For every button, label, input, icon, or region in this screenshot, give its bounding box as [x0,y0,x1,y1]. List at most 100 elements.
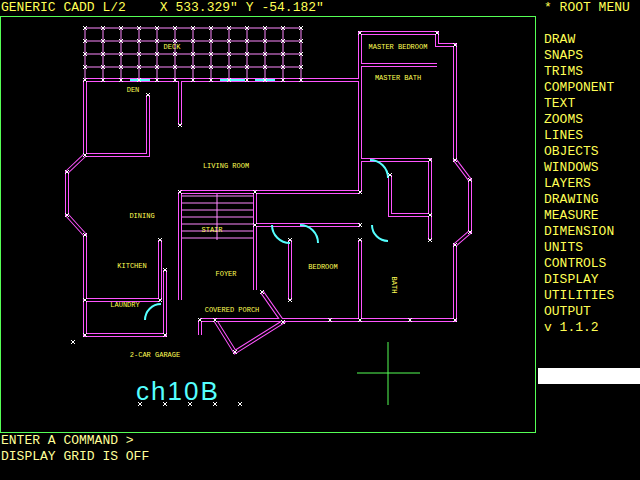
point-marker [137,52,141,56]
point-marker [238,402,242,406]
room-label[interactable]: MASTER BEDROOM [369,43,428,51]
root-menu: DRAWSNAPSTRIMSCOMPONENTTEXTZOOMSLINESOBJ… [536,16,640,433]
point-marker [263,39,267,43]
point-marker [299,52,303,56]
point-marker [119,52,123,56]
point-marker [263,26,267,30]
menu-item[interactable]: DRAW [536,32,640,48]
point-marker [137,78,141,82]
menu-item[interactable]: TRIMS [536,64,640,80]
point-marker [191,52,195,56]
menu-item[interactable]: SNAPS [536,48,640,64]
point-marker [155,39,159,43]
command-area[interactable]: ENTER A COMMAND >DISPLAY GRID IS OFF [0,433,640,465]
room-label[interactable]: BATH [390,277,398,294]
point-marker [209,78,213,82]
point-marker [288,298,292,302]
point-marker [83,39,87,43]
point-marker [213,318,217,322]
menu-item[interactable]: ZOOMS [536,112,640,128]
point-marker [146,93,150,97]
point-marker [83,233,87,237]
drawing-area[interactable]: DECK DEN LIVING ROOM DINING STAIR KITCHEN FOYE… [0,16,536,433]
menu-item[interactable]: COMPONENT [536,80,640,96]
point-marker [253,190,257,194]
point-marker [281,65,285,69]
menu-item[interactable]: OUTPUT [536,304,640,320]
stair-grid [180,192,255,240]
point-marker [299,78,303,82]
command-prompt[interactable]: ENTER A COMMAND > [1,433,640,449]
menu-item[interactable]: DIMENSION [536,224,640,240]
point-marker [191,78,195,82]
menu-item[interactable]: OBJECTS [536,144,640,160]
point-marker [173,78,177,82]
point-marker [453,158,457,162]
point-marker [191,26,195,30]
room-label[interactable]: DINING [129,212,154,220]
crosshair-icon [357,342,420,405]
walls [67,33,470,352]
point-marker [358,223,362,227]
room-label[interactable]: 2-CAR GARAGE [130,351,180,359]
point-marker [428,213,432,217]
markers [65,26,472,406]
menu-item[interactable]: LINES [536,128,640,144]
point-marker [245,52,249,56]
point-marker [328,318,332,322]
point-marker [299,65,303,69]
room-label[interactable]: DECK [164,43,182,51]
room-label[interactable]: FOYER [215,270,237,278]
room-label[interactable]: MASTER BATH [375,74,421,82]
room-label[interactable]: LAUNDRY [110,301,140,309]
version-label: v 1.1.2 [536,320,640,336]
point-marker [155,65,159,69]
menu-input-bar[interactable] [538,368,640,384]
point-marker [227,52,231,56]
point-marker [101,52,105,56]
room-label[interactable]: BEDROOM [308,263,337,271]
point-marker [209,39,213,43]
point-marker [137,39,141,43]
point-marker [227,26,231,30]
point-marker [178,190,182,194]
point-marker [245,39,249,43]
point-marker [453,318,457,322]
point-marker [468,230,472,234]
point-marker [299,39,303,43]
point-marker [263,78,267,82]
menu-item[interactable]: CONTROLS [536,256,640,272]
floor-plan[interactable]: DECK DEN LIVING ROOM DINING STAIR KITCHEN FOYE… [1,17,535,432]
point-marker [83,65,87,69]
menu-item[interactable]: DRAWING [536,192,640,208]
menu-item[interactable]: MEASURE [536,208,640,224]
point-marker [101,39,105,43]
menu-item[interactable]: UNITS [536,240,640,256]
point-marker [83,333,87,337]
point-marker [281,320,285,324]
point-marker [65,213,69,217]
point-marker [83,78,87,82]
point-marker [101,26,105,30]
room-label[interactable]: DEN [127,86,140,94]
menu-item[interactable]: WINDOWS [536,160,640,176]
point-marker [453,243,457,247]
point-marker [428,158,432,162]
menu-item[interactable]: UTILITIES [536,288,640,304]
room-label[interactable]: STAIR [201,226,223,234]
x-coordinate: X 533.329" [160,0,238,16]
menu-item[interactable]: LAYERS [536,176,640,192]
point-marker [137,65,141,69]
menu-item[interactable]: TEXT [536,96,640,112]
point-marker [191,65,195,69]
point-marker [158,298,162,302]
point-marker [227,65,231,69]
drawing-stamp[interactable]: ch10B [136,376,220,406]
room-label[interactable]: COVERED PORCH [205,306,260,314]
point-marker [468,178,472,182]
room-label[interactable]: LIVING ROOM [203,162,249,170]
point-marker [388,173,392,177]
room-label[interactable]: KITCHEN [117,262,146,270]
menu-item[interactable]: DISPLAY [536,272,640,288]
point-marker [119,39,123,43]
